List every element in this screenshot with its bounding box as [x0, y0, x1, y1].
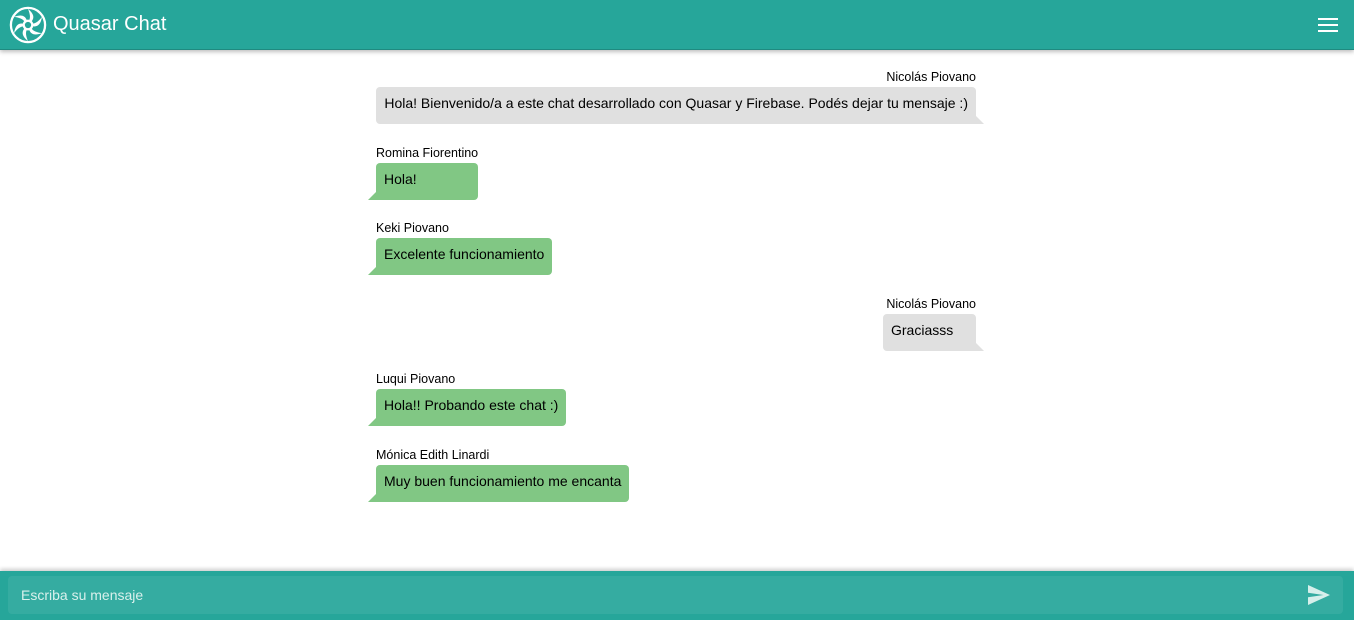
message-bubble: Muy buen funcionamiento me encanta	[367, 465, 630, 502]
quasar-logo-icon	[9, 6, 47, 44]
send-icon[interactable]	[1307, 584, 1331, 606]
chat-message: Luqui Piovano Hola!! Probando este chat …	[367, 371, 567, 426]
app-title: Quasar Chat	[53, 13, 167, 35]
message-composer	[0, 571, 1354, 620]
message-author: Nicolás Piovano	[886, 70, 976, 84]
message-author: Nicolás Piovano	[886, 297, 976, 311]
message-author: Romina Fiorentino	[376, 146, 479, 160]
chat-message: Nicolás Piovano Hola! Bienvenido/a a est…	[376, 69, 984, 124]
message-author: Luqui Piovano	[376, 372, 456, 386]
chat-message: Keki Piovano Excelente funcionamiento	[367, 220, 553, 275]
app-header: Quasar Chat	[0, 0, 1354, 50]
chat-message: Nicolás Piovano Graciasss	[883, 296, 984, 351]
message-bubble: Hola!	[367, 163, 479, 200]
chat-message: Romina Fiorentino Hola!	[367, 145, 479, 200]
message-bubble: Hola! Bienvenido/a a este chat desarroll…	[376, 87, 984, 124]
chat-message-list: Nicolás Piovano Hola! Bienvenido/a a est…	[0, 51, 1354, 570]
message-bubble: Excelente funcionamiento	[367, 238, 553, 275]
chat-message: Mónica Edith Linardi Muy buen funcionami…	[367, 447, 630, 502]
message-bubble: Hola!! Probando este chat :)	[367, 389, 567, 426]
menu-button[interactable]	[1316, 13, 1340, 37]
message-author: Mónica Edith Linardi	[376, 448, 490, 462]
message-input[interactable]	[8, 576, 1298, 614]
message-bubble: Graciasss	[883, 314, 984, 351]
message-author: Keki Piovano	[376, 221, 449, 235]
message-input-container	[8, 576, 1343, 614]
hamburger-menu-icon	[1318, 18, 1338, 32]
